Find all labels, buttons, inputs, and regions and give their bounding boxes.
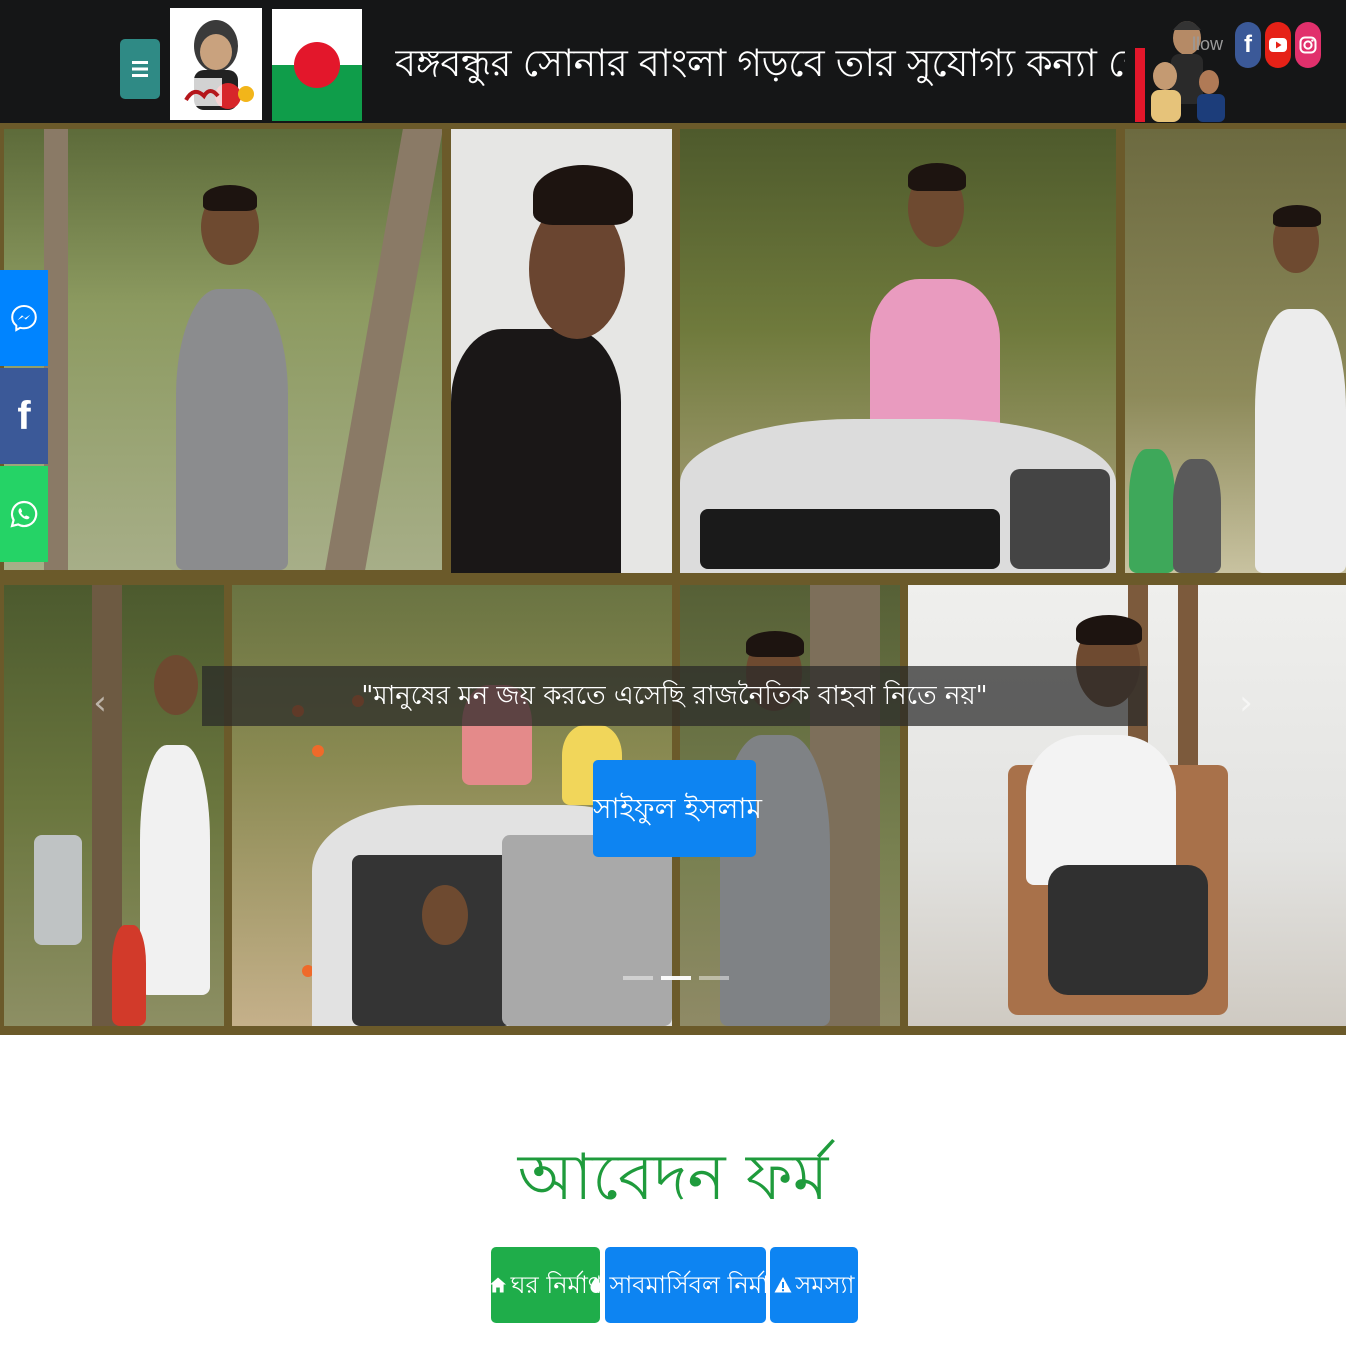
photo-tile [4, 129, 442, 570]
carousel-next-arrow[interactable]: › [1234, 678, 1258, 728]
photo-tile [680, 129, 1116, 573]
photo-tile [4, 585, 224, 1026]
facebook-icon: f [1244, 31, 1252, 58]
carousel-indicator-active[interactable] [661, 976, 691, 980]
messenger-icon [11, 304, 37, 332]
menu-toggle-button[interactable] [120, 39, 160, 99]
menu-icon [132, 61, 148, 77]
carousel-indicators [623, 976, 729, 982]
share-whatsapp-button[interactable] [0, 466, 48, 562]
header-facebook-link[interactable]: f [1235, 22, 1261, 68]
tab-house-construction[interactable]: ঘর নির্মাণ [489, 1247, 602, 1323]
tab-submersible-construction[interactable]: সাবমার্সিবল নির্মাণ [590, 1247, 784, 1323]
tab-label: সাবমার্সিবল নির্মাণ [609, 1271, 784, 1299]
share-messenger-button[interactable] [0, 270, 48, 366]
site-logo[interactable] [170, 8, 262, 120]
header-slogan: বঙ্গবন্ধুর সোনার বাংলা গড়বে তার সুযোগ্য… [395, 41, 1125, 85]
youtube-icon [1269, 38, 1287, 52]
photo-tile [451, 129, 672, 573]
follow-label: llow [1192, 34, 1224, 54]
form-title: আবেদন ফর্ম [517, 1141, 829, 1215]
carousel-indicator[interactable] [699, 976, 729, 980]
photo-tile [1125, 129, 1346, 573]
whatsapp-icon [10, 500, 38, 528]
carousel-prev-arrow[interactable]: ‹ [88, 678, 112, 728]
home-icon [489, 1277, 506, 1293]
warning-icon [774, 1277, 792, 1293]
carousel-indicator[interactable] [623, 976, 653, 980]
water-drop-icon [590, 1277, 602, 1293]
facebook-icon: f [17, 393, 31, 438]
site-header: বঙ্গবন্ধুর সোনার বাংলা গড়বে তার সুযোগ্য… [0, 0, 1346, 123]
tab-label: সমস্যা [795, 1271, 855, 1299]
hero-quote: "মানুষের মন জয় করতে এসেছি রাজনৈতিক বাহব… [202, 666, 1147, 726]
header-youtube-link[interactable] [1265, 22, 1291, 68]
hero-carousel: ‹ › [0, 123, 1346, 1035]
hero-name-button[interactable]: সাইফুল ইসলাম [593, 760, 762, 857]
photo-tile [908, 585, 1346, 1026]
leaders-photo [1135, 8, 1227, 122]
bangladesh-flag [272, 9, 362, 121]
header-instagram-link[interactable] [1295, 22, 1321, 68]
instagram-icon [1299, 36, 1317, 54]
share-facebook-button[interactable]: f [0, 368, 48, 464]
tab-problem[interactable]: সমস্যা [770, 1247, 858, 1323]
